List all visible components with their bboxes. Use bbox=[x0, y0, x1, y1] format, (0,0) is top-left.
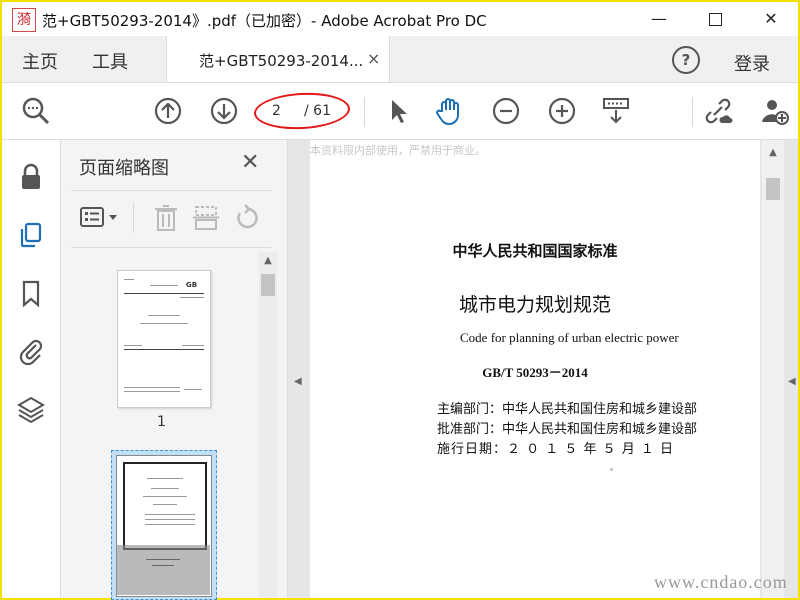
options-menu-icon[interactable] bbox=[79, 203, 123, 233]
close-window-button[interactable]: ✕ bbox=[748, 2, 794, 36]
thumb-text-line bbox=[151, 488, 179, 489]
document-tab-label: 范+GBT50293-2014... bbox=[199, 52, 364, 70]
thumb-text-line bbox=[152, 565, 174, 566]
hand-tool-icon[interactable] bbox=[434, 95, 466, 127]
thumb-text-line bbox=[182, 345, 204, 346]
previous-page-icon[interactable] bbox=[152, 95, 184, 127]
rotate-page-icon[interactable] bbox=[231, 203, 261, 233]
tab-tools[interactable]: 工具 bbox=[92, 48, 128, 74]
sign-in-button[interactable]: 登录 bbox=[734, 50, 770, 76]
effective-date: 施行日期：２ ０ １ ５ 年 ５ 月 １ 日 bbox=[437, 442, 675, 457]
lock-icon[interactable] bbox=[16, 162, 46, 192]
panel-title: 页面缩略图 bbox=[79, 158, 169, 179]
app-logo: 漪 bbox=[12, 8, 36, 32]
close-panel-button[interactable]: ✕ bbox=[241, 150, 259, 175]
scroll-up-arrow-icon[interactable]: ▲ bbox=[762, 144, 784, 162]
standard-title-english: Code for planning of urban electric powe… bbox=[460, 330, 679, 345]
visible-area-indicator[interactable] bbox=[123, 462, 207, 550]
thumb-text-line bbox=[140, 323, 188, 324]
tab-home[interactable]: 主页 bbox=[22, 48, 58, 74]
next-page-icon[interactable] bbox=[208, 95, 240, 127]
panel-divider bbox=[133, 203, 134, 233]
thumb-text-line bbox=[153, 504, 177, 505]
maximize-icon bbox=[708, 13, 722, 26]
thumb-text-line bbox=[184, 389, 202, 390]
collapse-right-arrow-icon[interactable]: ◀ bbox=[788, 376, 796, 387]
editor-department: 主编部门：中华人民共和国住房和城乡建设部 bbox=[437, 402, 698, 417]
title-bar: 漪 范+GBT50293-2014》.pdf（已加密）- Adobe Acrob… bbox=[2, 2, 798, 36]
collapse-left-arrow-icon[interactable]: ◀ bbox=[294, 376, 302, 387]
window-title: 范+GBT50293-2014》.pdf（已加密）- Adobe Acrobat… bbox=[42, 12, 487, 30]
left-tool-rail bbox=[2, 140, 61, 598]
page-thumbnail-1[interactable]: GB bbox=[117, 270, 211, 408]
watermark-text: 本资料限内部使用，严禁用于商业。 bbox=[310, 144, 486, 157]
page-thumbnail-2-selected[interactable] bbox=[111, 450, 217, 600]
add-user-icon[interactable] bbox=[758, 95, 790, 127]
thumb-text-line bbox=[124, 391, 180, 392]
standard-organization: 中华人民共和国国家标准 bbox=[452, 242, 618, 260]
thumb-text-line bbox=[124, 387, 180, 388]
tab-bar: 主页 工具 范+GBT50293-2014... × ? 登录 bbox=[2, 36, 798, 83]
delete-page-icon[interactable] bbox=[151, 203, 181, 233]
thumb-text-line bbox=[143, 496, 187, 497]
thumb-text-line bbox=[145, 514, 195, 515]
thumb-rule bbox=[124, 293, 204, 294]
document-scrollbar[interactable]: ▲ bbox=[762, 140, 784, 598]
close-tab-button[interactable]: × bbox=[367, 49, 380, 68]
thumb-text-line bbox=[150, 285, 178, 286]
extract-page-icon[interactable] bbox=[191, 203, 221, 233]
thumb-text-line bbox=[180, 297, 204, 298]
thumb-text-line bbox=[147, 478, 183, 479]
page-thumbnails-icon[interactable] bbox=[16, 220, 46, 250]
tab-document[interactable]: 范+GBT50293-2014... × bbox=[166, 36, 390, 82]
thumb-text-line bbox=[146, 559, 180, 560]
minimize-button[interactable]: — bbox=[636, 2, 682, 36]
thumbnail-1-label: 1 bbox=[157, 414, 166, 430]
scrollbar-thumb[interactable] bbox=[261, 274, 275, 296]
attachment-icon[interactable] bbox=[16, 336, 46, 366]
thumb-text-line bbox=[145, 519, 195, 520]
gb-logo: GB bbox=[186, 281, 198, 289]
standard-title: 城市电力规划规范 bbox=[458, 294, 611, 316]
thumbnail-toolbar bbox=[71, 190, 271, 248]
share-link-icon[interactable] bbox=[702, 95, 734, 127]
search-icon[interactable] bbox=[20, 95, 52, 127]
thumb-text-line bbox=[145, 524, 195, 525]
zoom-out-icon[interactable] bbox=[490, 95, 522, 127]
thumbnail-scrollbar[interactable]: ▲ bbox=[259, 252, 277, 598]
layers-icon[interactable] bbox=[16, 394, 46, 424]
scrollbar-thumb[interactable] bbox=[766, 178, 780, 200]
page-mark bbox=[610, 468, 613, 471]
approving-department: 批准部门：中华人民共和国住房和城乡建设部 bbox=[437, 422, 698, 437]
thumbnail-shade bbox=[116, 545, 210, 595]
document-viewer[interactable]: ◀ 本资料限内部使用，严禁用于商业。 中华人民共和国国家标准 城市电力规划规范 … bbox=[288, 140, 798, 598]
annotation-ellipse bbox=[253, 90, 351, 132]
main-toolbar: 2 / 61 bbox=[2, 83, 798, 140]
help-button[interactable]: ? bbox=[672, 46, 700, 74]
zoom-in-icon[interactable] bbox=[546, 95, 578, 127]
thumb-text-line bbox=[124, 279, 134, 280]
thumbnail-panel: 页面缩略图 ✕ ▲ GB 1 bbox=[61, 140, 288, 600]
toolbar-divider bbox=[364, 97, 365, 127]
page-view-icon[interactable] bbox=[600, 95, 632, 127]
site-watermark: www.cndao.com bbox=[654, 572, 788, 592]
toolbar-divider bbox=[692, 97, 693, 127]
standard-code: GB/T 50293－2014 bbox=[482, 365, 588, 380]
scroll-up-arrow-icon[interactable]: ▲ bbox=[259, 252, 277, 270]
maximize-button[interactable] bbox=[692, 2, 738, 36]
select-cursor-icon[interactable] bbox=[382, 95, 414, 127]
thumb-text-line bbox=[124, 345, 142, 346]
thumb-text-line bbox=[148, 315, 180, 316]
thumb-rule bbox=[124, 349, 204, 350]
bookmark-icon[interactable] bbox=[16, 278, 46, 308]
document-page: 本资料限内部使用，严禁用于商业。 中华人民共和国国家标准 城市电力规划规范 Co… bbox=[310, 140, 760, 598]
